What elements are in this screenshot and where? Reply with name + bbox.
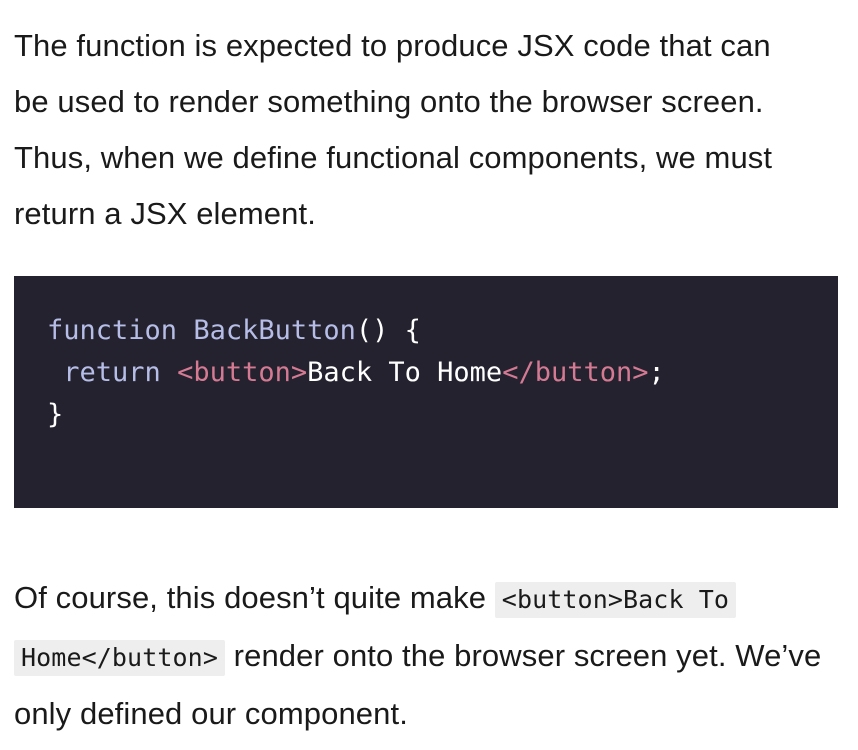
paragraph-text-before: Of course, this doesn’t quite make bbox=[14, 580, 495, 615]
article-body: The function is expected to produce JSX … bbox=[14, 18, 838, 742]
paragraph-explanation: Of course, this doesn’t quite make <butt… bbox=[14, 570, 838, 742]
code-keyword-return: return bbox=[63, 357, 161, 388]
code-line-1: function BackButton() { bbox=[47, 310, 838, 352]
code-punctuation-open: () { bbox=[355, 315, 421, 346]
code-line-3: } bbox=[47, 399, 64, 430]
code-function-name: BackButton bbox=[193, 315, 356, 346]
paragraph-intro: The function is expected to produce JSX … bbox=[14, 28, 773, 231]
code-block: function BackButton() { return <button>B… bbox=[14, 276, 838, 508]
code-open-tag: <button> bbox=[177, 357, 308, 388]
code-semicolon: ; bbox=[648, 357, 665, 388]
code-keyword-function: function bbox=[47, 315, 178, 346]
code-line-2: return <button>Back To Home</button>; bbox=[47, 352, 838, 394]
code-jsx-text: Back To Home bbox=[307, 357, 503, 388]
code-close-tag: </button> bbox=[502, 357, 649, 388]
